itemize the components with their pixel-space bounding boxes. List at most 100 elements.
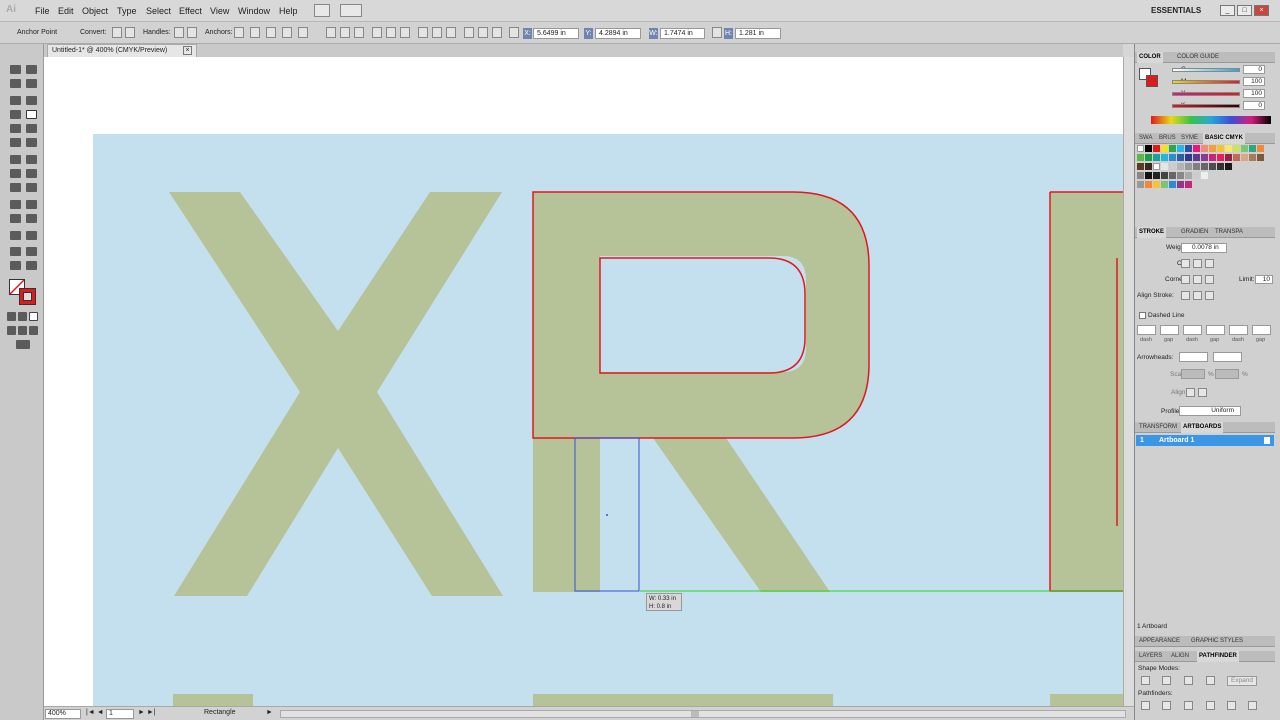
artboard-options-icon[interactable] [1264, 437, 1270, 444]
arrow-inside-icon[interactable] [1198, 388, 1207, 397]
intersect-icon[interactable] [1184, 676, 1193, 685]
dash-field-2[interactable] [1183, 325, 1202, 335]
divide-icon[interactable] [1141, 701, 1150, 710]
maximize-button[interactable]: □ [1237, 5, 1252, 16]
horizontal-scrollbar[interactable] [280, 710, 1126, 718]
unite-icon[interactable] [1141, 676, 1150, 685]
channel-k-value[interactable]: 0 [1243, 101, 1265, 110]
gradient-tool-icon[interactable] [26, 200, 37, 209]
tab-color[interactable]: COLOR [1137, 52, 1163, 63]
distribute-top-icon[interactable] [418, 27, 428, 38]
expand-button[interactable]: Expand [1227, 676, 1257, 686]
channel-y-value[interactable]: 100 [1243, 89, 1265, 98]
menu-effect[interactable]: Effect [179, 6, 202, 16]
menu-select[interactable]: Select [146, 6, 171, 16]
blend-tool-icon[interactable] [26, 214, 37, 223]
connect-anchor-icon[interactable] [250, 27, 260, 38]
profile-select[interactable]: Uniform [1179, 406, 1241, 416]
close-button[interactable]: × [1254, 5, 1269, 16]
zoom-tool-icon[interactable] [26, 261, 37, 270]
width-tool-icon[interactable] [10, 169, 21, 178]
perspective-grid-tool-icon[interactable] [26, 183, 37, 192]
merge-icon[interactable] [1184, 701, 1193, 710]
recolor-icon[interactable] [298, 27, 308, 38]
minus-front-icon[interactable] [1162, 676, 1171, 685]
weight-field[interactable]: 0.0078 in [1181, 243, 1227, 253]
tab-transform[interactable]: TRANSFORM [1137, 422, 1179, 433]
convert-smooth-icon[interactable] [125, 27, 135, 38]
canvas[interactable]: W: 0.33 in H: 0.8 in [93, 134, 1123, 706]
tab-pathfinder[interactable]: PATHFINDER [1197, 651, 1239, 662]
magic-wand-tool-icon[interactable] [10, 79, 21, 88]
exclude-icon[interactable] [1206, 676, 1215, 685]
channel-y-slider[interactable] [1172, 92, 1240, 96]
y-field[interactable]: 4.2894 in [595, 28, 641, 39]
workspace-switcher[interactable]: ESSENTIALS [1151, 6, 1201, 15]
miter-join-icon[interactable] [1181, 275, 1190, 284]
tab-align[interactable]: ALIGN [1169, 651, 1191, 662]
tab-basic-cmyk[interactable]: BASIC CMYK [1203, 133, 1246, 144]
paintbrush-tool-icon[interactable] [10, 124, 21, 133]
shape-builder-tool-icon[interactable] [10, 183, 21, 192]
reference-point-icon[interactable] [509, 27, 519, 38]
channel-k-slider[interactable] [1172, 104, 1240, 108]
first-artboard-icon[interactable]: |◄ ◄ [86, 709, 104, 716]
next-artboard-icon[interactable]: ► ►| [138, 709, 156, 716]
dashed-line-checkbox[interactable] [1139, 312, 1146, 319]
menu-file[interactable]: File [35, 6, 50, 16]
align-outside-stroke-icon[interactable] [1205, 291, 1214, 300]
gap-field-3[interactable] [1252, 325, 1271, 335]
convert-corner-icon[interactable] [112, 27, 122, 38]
draw-normal-icon[interactable] [7, 326, 16, 335]
menu-view[interactable]: View [210, 6, 229, 16]
symbol-sprayer-tool-icon[interactable] [10, 231, 21, 240]
tab-transparency[interactable]: TRANSPA [1213, 227, 1245, 238]
constrain-proportions-icon[interactable] [712, 27, 722, 38]
direct-selection-tool-icon[interactable] [26, 65, 37, 74]
eraser-tool-icon[interactable] [26, 138, 37, 147]
bridge-icon[interactable] [314, 4, 330, 17]
menu-edit[interactable]: Edit [58, 6, 74, 16]
document-tab[interactable]: Untitled-1* @ 400% (CMYK/Preview) × [47, 44, 197, 57]
round-join-icon[interactable] [1193, 275, 1202, 284]
mesh-tool-icon[interactable] [10, 200, 21, 209]
channel-m-value[interactable]: 100 [1243, 77, 1265, 86]
blob-brush-tool-icon[interactable] [10, 138, 21, 147]
tab-artboards[interactable]: ARTBOARDS [1181, 422, 1224, 433]
rotate-tool-icon[interactable] [10, 155, 21, 164]
channel-m-slider[interactable] [1172, 80, 1240, 84]
tab-appearance[interactable]: APPEARANCE [1137, 636, 1182, 647]
dash-field-3[interactable] [1229, 325, 1248, 335]
rectangle-tool-icon[interactable] [26, 110, 37, 119]
align-right-icon[interactable] [354, 27, 364, 38]
remove-anchor-icon[interactable] [234, 27, 244, 38]
menu-type[interactable]: Type [117, 6, 137, 16]
stroke-swatch-icon[interactable] [19, 288, 36, 305]
channel-c-slider[interactable] [1172, 68, 1240, 72]
color-spectrum[interactable] [1151, 116, 1271, 124]
color-stroke-icon[interactable] [1146, 75, 1158, 87]
start-arrowhead-select[interactable] [1179, 352, 1208, 362]
butt-cap-icon[interactable] [1181, 259, 1190, 268]
bevel-join-icon[interactable] [1205, 275, 1214, 284]
distribute-left-icon[interactable] [464, 27, 474, 38]
scale-tool-icon[interactable] [26, 155, 37, 164]
limit-field[interactable]: 10 [1255, 275, 1273, 284]
outline-icon[interactable] [1227, 701, 1236, 710]
tab-graphic-styles[interactable]: GRAPHIC STYLES [1189, 636, 1245, 647]
align-center-stroke-icon[interactable] [1181, 291, 1190, 300]
mask-icon[interactable] [282, 27, 292, 38]
align-bottom-icon[interactable] [400, 27, 410, 38]
swatch-grid[interactable] [1137, 145, 1273, 207]
artboard-tool-icon[interactable] [10, 247, 21, 256]
menu-object[interactable]: Object [82, 6, 108, 16]
minimize-button[interactable]: _ [1220, 5, 1235, 16]
none-mode-icon[interactable] [29, 312, 38, 321]
graph-tool-icon[interactable] [26, 231, 37, 240]
pencil-tool-icon[interactable] [26, 124, 37, 133]
minus-back-icon[interactable] [1248, 701, 1257, 710]
artboard-list-item[interactable]: 1 Artboard 1 [1136, 435, 1274, 446]
artboard-number-field[interactable]: 1 [106, 709, 134, 719]
line-tool-icon[interactable] [10, 110, 21, 119]
selection-tool-icon[interactable] [10, 65, 21, 74]
